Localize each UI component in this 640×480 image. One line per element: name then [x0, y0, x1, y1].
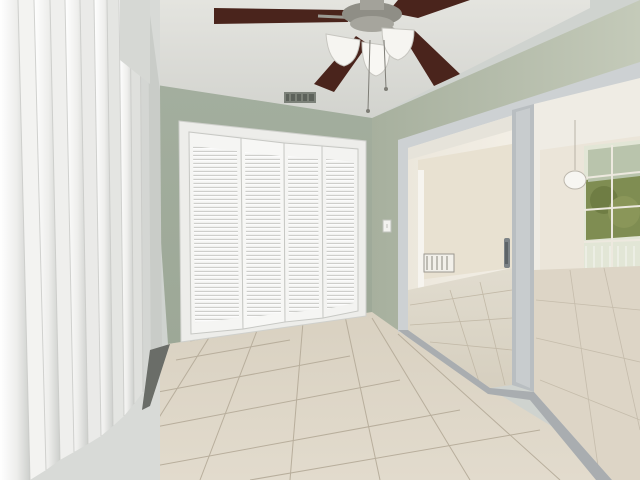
door-handle-icon[interactable] — [504, 238, 510, 268]
window-trees — [583, 140, 640, 276]
vent-icon — [423, 253, 455, 273]
vent-icon — [284, 92, 316, 103]
closet-bifold-doors[interactable] — [188, 131, 359, 335]
room-photo — [0, 0, 640, 480]
light-switch-icon[interactable] — [382, 219, 392, 233]
vertical-blinds[interactable] — [0, 0, 162, 480]
